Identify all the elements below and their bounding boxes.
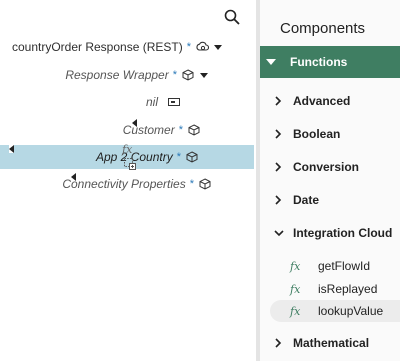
dragged-function-label: fx [122, 143, 133, 156]
function-name: isReplayed [318, 282, 378, 296]
category-label: Date [293, 193, 320, 207]
function-name: lookupValue [318, 304, 384, 318]
tree-node-label: Customer [122, 123, 175, 137]
chevron-down-icon [266, 59, 276, 65]
function-item-lookupvalue[interactable]: fx lookupValue [270, 300, 400, 322]
tree-node-response-wrapper[interactable]: Response Wrapper * [65, 64, 212, 86]
attribute-icon [168, 96, 180, 108]
tree-node-customer[interactable]: Customer * [123, 119, 200, 141]
object-icon [186, 151, 198, 163]
function-item-getflowid[interactable]: fx getFlowId [270, 255, 400, 277]
category-label: Mathematical [293, 336, 370, 350]
chevron-right-icon [274, 129, 283, 139]
function-name: getFlowId [318, 259, 371, 273]
category-label: Boolean [293, 127, 341, 141]
expand-toggle-icon[interactable] [214, 44, 222, 50]
rest-icon [196, 41, 210, 53]
category-integration-cloud[interactable]: Integration Cloud [274, 223, 392, 243]
function-icon: fx [290, 259, 301, 273]
function-icon: fx [290, 304, 301, 318]
required-star: * [189, 178, 194, 190]
components-panel: Components Functions Advanced Boolean Co… [260, 0, 400, 361]
collapse-toggle-icon[interactable] [131, 119, 137, 127]
required-star: * [186, 41, 191, 53]
functions-label: Functions [290, 55, 348, 69]
search-icon[interactable] [224, 9, 240, 25]
tree-node-nil[interactable]: nil [146, 91, 180, 113]
object-icon [182, 69, 194, 81]
panel-title: Components [280, 20, 366, 37]
collapse-toggle-icon[interactable] [71, 173, 77, 181]
category-mathematical[interactable]: Mathematical [274, 333, 369, 353]
function-icon: fx [290, 282, 301, 296]
required-star: * [176, 151, 181, 163]
category-date[interactable]: Date [274, 190, 319, 210]
tree-node-label: countryOrder Response (REST) [11, 40, 183, 54]
collapse-toggle-icon[interactable] [9, 145, 14, 153]
category-label: Integration Cloud [293, 226, 393, 240]
drag-copy-cursor-icon [124, 158, 136, 170]
tree-node-connectivity-properties[interactable]: Connectivity Properties * [62, 173, 211, 195]
chevron-right-icon [274, 162, 283, 172]
functions-accordion-header[interactable]: Functions [260, 46, 400, 78]
tree-node-label: Connectivity Properties [62, 177, 186, 191]
tree-node-label: nil [145, 95, 158, 109]
required-star: * [172, 69, 177, 81]
target-tree-panel: countryOrder Response (REST) * Response … [0, 0, 256, 361]
chevron-right-icon [274, 195, 283, 205]
expand-toggle-icon[interactable] [200, 72, 208, 78]
chevron-right-icon [274, 96, 283, 106]
tree-node-label: Response Wrapper [65, 68, 169, 82]
object-icon [199, 178, 211, 190]
object-icon [188, 124, 200, 136]
category-label: Advanced [293, 94, 351, 108]
required-star: * [178, 124, 183, 136]
function-item-isreplayed[interactable]: fx isReplayed [270, 278, 400, 300]
category-boolean[interactable]: Boolean [274, 124, 340, 144]
category-label: Conversion [293, 160, 360, 174]
chevron-down-icon [274, 229, 284, 237]
tree-node-countryorder-response[interactable]: countryOrder Response (REST) * [12, 36, 226, 58]
category-advanced[interactable]: Advanced [274, 91, 350, 111]
chevron-right-icon [274, 338, 283, 348]
category-conversion[interactable]: Conversion [274, 157, 359, 177]
